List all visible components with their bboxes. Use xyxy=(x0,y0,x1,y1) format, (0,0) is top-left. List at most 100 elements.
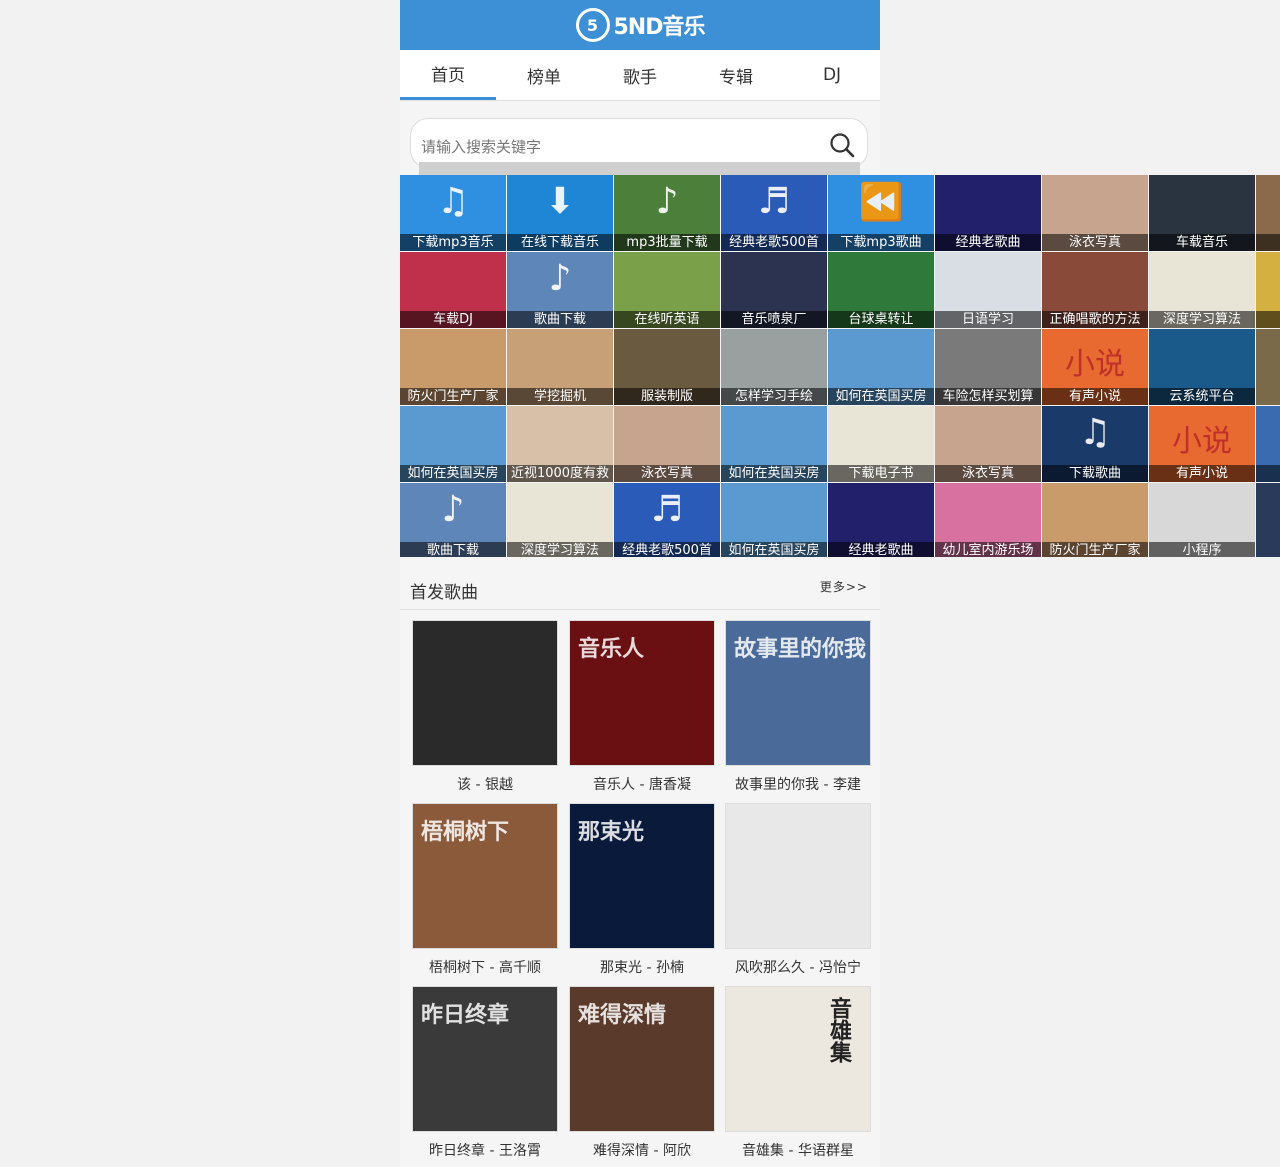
ad-tile[interactable]: ♪ 歌曲下载 xyxy=(400,483,506,557)
song-card[interactable]: 那束光 那束光 - 孙楠 xyxy=(569,803,715,977)
ad-tile[interactable]: 正确唱歌的方法 xyxy=(1042,252,1148,328)
ad-tile[interactable]: 防火门生产厂家 xyxy=(400,329,506,405)
ad-tile[interactable]: 小程序 xyxy=(1149,483,1255,557)
song-card[interactable]: 音乐人 音乐人 - 唐香凝 xyxy=(569,620,715,794)
ad-tile[interactable]: 泳衣写真 xyxy=(1042,175,1148,251)
site-logo[interactable]: 5 5ND音乐 xyxy=(575,8,706,42)
ad-tile[interactable]: 怎样学习手绘 xyxy=(721,329,827,405)
nav-tab-singers[interactable]: 歌手 xyxy=(592,50,688,100)
ad-tile[interactable]: 泳衣写真 xyxy=(614,406,720,482)
song-card[interactable]: 故事里的你我 故事里的你我 - 李建 xyxy=(725,620,871,794)
ad-tile-icon: ♪ xyxy=(655,181,679,222)
ad-tile[interactable]: 如何在英国买房 xyxy=(400,406,506,482)
song-cover[interactable]: 音乐人 xyxy=(569,620,715,766)
song-cover[interactable]: 难得深情 xyxy=(569,986,715,1132)
nav-tab-dj[interactable]: DJ xyxy=(784,50,880,100)
ad-tile[interactable]: 防火门生产厂家 xyxy=(1042,483,1148,557)
ad-tile[interactable]: 深度学习算法 xyxy=(507,483,613,557)
ad-tile-icon: ♬ xyxy=(757,181,791,222)
ad-tile-label: 幼儿 xyxy=(1256,311,1280,328)
ad-tile[interactable]: 近视1000度有救 xyxy=(507,406,613,482)
ad-tile[interactable]: 云系统平台 xyxy=(1149,329,1255,405)
song-cover[interactable] xyxy=(725,803,871,949)
search-area xyxy=(400,101,880,176)
song-card[interactable]: 音雄集 音雄集 - 华语群星 xyxy=(725,986,871,1160)
ad-tile[interactable]: 车载DJ xyxy=(400,252,506,328)
search-button[interactable] xyxy=(827,130,857,160)
ad-tile[interactable]: 经典 xyxy=(1256,406,1280,482)
song-title: 梧桐树下 - 高千顺 xyxy=(429,960,541,976)
ad-tile[interactable]: ♬ 经典老歌500首 xyxy=(721,175,827,251)
song-cover[interactable]: 音雄集 xyxy=(725,986,871,1132)
ad-tile[interactable]: 泳衣写真 xyxy=(935,406,1041,482)
logo-text: 5ND音乐 xyxy=(613,15,706,40)
ad-tile[interactable]: 如何在英国买房 xyxy=(721,406,827,482)
ad-tile[interactable]: 如何在英国买房 xyxy=(721,483,827,557)
nav-tab-albums[interactable]: 专辑 xyxy=(688,50,784,100)
ad-tile[interactable]: 小说 有声小说 xyxy=(1042,329,1148,405)
ad-tile-label: 音乐喷泉厂 xyxy=(721,311,827,328)
ad-tile[interactable] xyxy=(1256,329,1280,405)
ad-tile[interactable]: 经典老歌曲 xyxy=(828,483,934,557)
ad-tile[interactable]: 服装制版 xyxy=(614,329,720,405)
ad-tile[interactable]: 如何在英国买房 xyxy=(828,329,934,405)
ad-tile[interactable]: 小说 有声小说 xyxy=(1149,406,1255,482)
ad-tile-label: 经典老歌曲 xyxy=(828,542,934,557)
ad-tile[interactable]: 车险怎样买划算 xyxy=(935,329,1041,405)
ad-tile[interactable]: 经典老歌曲 xyxy=(935,175,1041,251)
song-card[interactable]: 风吹那么久 - 冯怡宁 xyxy=(725,803,871,977)
more-link[interactable]: 更多>> xyxy=(820,578,868,595)
ad-tile-grid: ♫ 下载mp3音乐 ⬇ 在线下载音乐 ♪ mp3批量下载 ♬ 经典老歌500首 ⏪ 下载mp3歌曲… xyxy=(400,175,1280,557)
search-input[interactable] xyxy=(419,135,823,159)
ad-tile[interactable]: 下载电子书 xyxy=(828,406,934,482)
ad-tile-label: 小程序 xyxy=(1149,542,1255,557)
ad-tile[interactable] xyxy=(1256,483,1280,557)
ad-tile-label: 怎样学习手绘 xyxy=(721,388,827,405)
ad-tile[interactable]: ♪ 经典 xyxy=(1256,175,1280,251)
song-cover[interactable] xyxy=(412,620,558,766)
ad-tile[interactable]: 学挖掘机 xyxy=(507,329,613,405)
ad-row: ♫ 下载mp3音乐 ⬇ 在线下载音乐 ♪ mp3批量下载 ♬ 经典老歌500首 ⏪ 下载mp3歌曲… xyxy=(400,175,1280,251)
nav-tab-charts[interactable]: 榜单 xyxy=(496,50,592,100)
ad-tile[interactable]: ♫ 下载歌曲 xyxy=(1042,406,1148,482)
ad-tile[interactable]: 幼儿 xyxy=(1256,252,1280,328)
ad-tile[interactable]: ♪ mp3批量下载 xyxy=(614,175,720,251)
ad-tile[interactable]: 深度学习算法 xyxy=(1149,252,1255,328)
song-cover[interactable]: 那束光 xyxy=(569,803,715,949)
ad-tile[interactable]: 日语学习 xyxy=(935,252,1041,328)
ad-tile-label: 幼儿室内游乐场 xyxy=(935,542,1041,557)
ad-tile[interactable]: 台球桌转让 xyxy=(828,252,934,328)
ad-tile[interactable]: ♫ 下载mp3音乐 xyxy=(400,175,506,251)
song-title: 该 - 银越 xyxy=(457,777,513,793)
ad-tile[interactable]: 在线听英语 xyxy=(614,252,720,328)
song-cover[interactable]: 故事里的你我 xyxy=(725,620,871,766)
ad-tile-label: mp3批量下载 xyxy=(614,234,720,251)
ad-tile[interactable]: 幼儿室内游乐场 xyxy=(935,483,1041,557)
ad-tile-label: 经典老歌曲 xyxy=(935,234,1041,251)
song-card[interactable]: 该 - 银越 xyxy=(412,620,558,794)
ad-tile-icon: ⏪ xyxy=(858,182,904,223)
ad-tile[interactable]: ⏪ 下载mp3歌曲 xyxy=(828,175,934,251)
ad-tile-label: 车载DJ xyxy=(400,311,506,328)
ad-tile-icon: ♫ xyxy=(436,181,470,222)
song-card[interactable]: 难得深情 难得深情 - 阿欣 xyxy=(569,986,715,1160)
ad-tile[interactable]: ⬇ 在线下载音乐 xyxy=(507,175,613,251)
ad-tile-label: 云系统平台 xyxy=(1149,388,1255,405)
song-cover[interactable]: 昨日终章 xyxy=(412,986,558,1132)
search-icon xyxy=(830,133,855,158)
ad-tile[interactable]: ♪ 歌曲下载 xyxy=(507,252,613,328)
song-cover[interactable]: 梧桐树下 xyxy=(412,803,558,949)
song-card[interactable]: 昨日终章 昨日终章 - 王洛霄 xyxy=(412,986,558,1160)
search-underlay xyxy=(419,162,860,175)
ad-tile[interactable]: 音乐喷泉厂 xyxy=(721,252,827,328)
ad-tile-icon: ♪ xyxy=(548,258,572,299)
cover-title: 难得深情 xyxy=(578,1003,667,1028)
ad-tile-icon: 小说 xyxy=(1065,347,1125,382)
nav-tab-home[interactable]: 首页 xyxy=(400,50,496,100)
ad-tile-label: 经典老歌500首 xyxy=(614,542,720,557)
song-card[interactable]: 梧桐树下梧桐树下 - 高千顺 xyxy=(412,803,558,977)
ad-tile[interactable]: 车载音乐 xyxy=(1149,175,1255,251)
ad-tile-label: 近视1000度有救 xyxy=(507,465,613,482)
ad-tile[interactable]: ♬ 经典老歌500首 xyxy=(614,483,720,557)
main-nav: 首页 榜单 歌手 专辑 DJ xyxy=(400,50,880,101)
